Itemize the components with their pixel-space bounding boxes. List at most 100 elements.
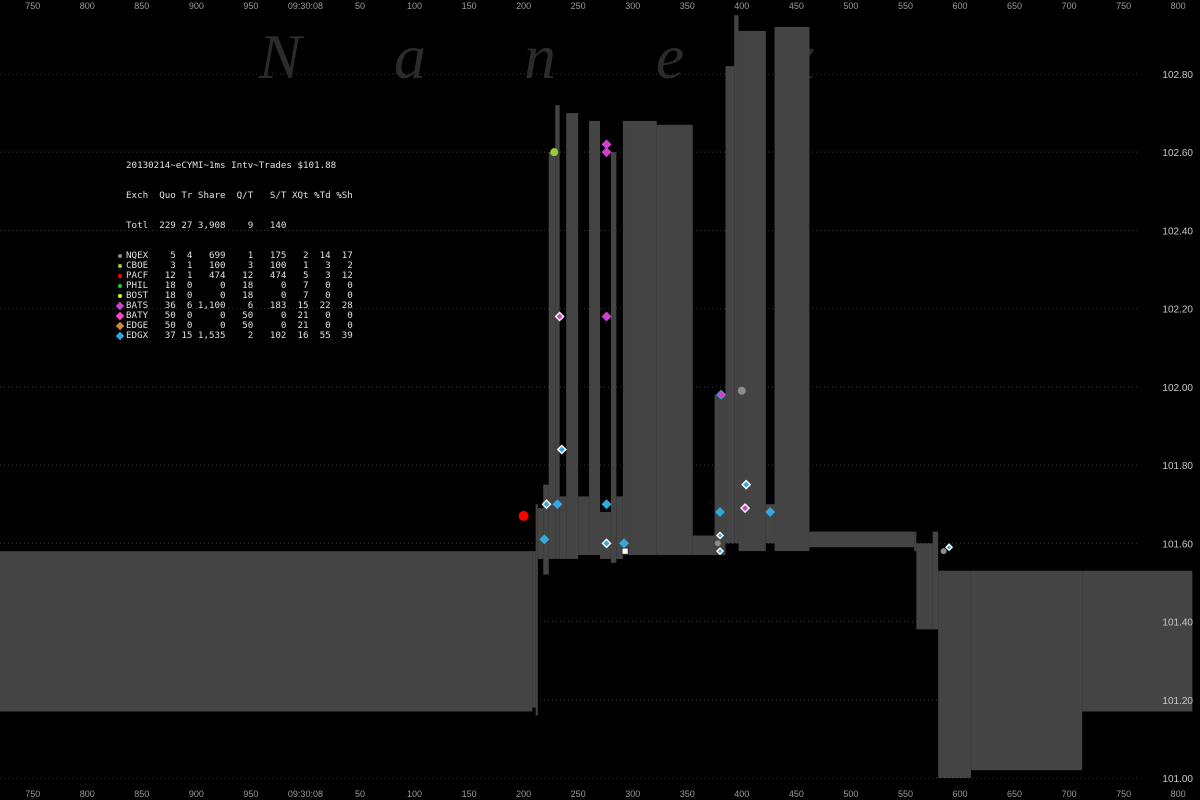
x-tick-label-bottom: 900 [189,789,204,799]
x-tick-label-top: 450 [789,1,804,11]
band-segment [600,512,611,559]
band-segment [578,496,590,556]
band-segment [734,15,739,544]
band-segment [725,66,735,544]
price-chart: Nanex 102.80102.60102.40102.20102.00101.… [0,1,1193,799]
legend-header: Exch Quo Tr Share Q/T S/T XQt %Td %Sh [126,190,353,201]
trade-marker-nqex [737,386,746,395]
x-tick-label-top: 09:30:08 [288,1,323,11]
diamond-icon [114,331,126,341]
x-axis-top-labels: 750 800 850 900 950 09:30:08 50 100 150 200 250 300… [25,1,1185,11]
x-tick-label-top: 650 [1007,1,1022,11]
x-tick-label-top: 350 [680,1,695,11]
x-tick-label-bottom: 200 [516,789,531,799]
y-tick-label: 102.20 [1162,305,1193,316]
band-segment [714,394,726,556]
band-segment [938,570,971,778]
x-tick-label-bottom: 100 [407,789,422,799]
x-tick-label-top: 400 [734,1,749,11]
band-segment [543,484,549,575]
trade-marker-nqex [714,540,721,547]
x-tick-label-top: 100 [407,1,422,11]
dot-icon [114,294,126,298]
y-tick-label: 102.00 [1162,383,1193,394]
band-segment [566,113,579,559]
band-segment [656,124,693,556]
band-segment [916,543,933,630]
x-tick-label-bottom: 750 [25,789,40,799]
x-tick-label-bottom: 09:30:08 [288,789,323,799]
y-tick-label: 101.20 [1162,696,1193,707]
band-segment [914,531,917,552]
x-tick-label-bottom: 50 [355,789,365,799]
x-tick-label-top: 550 [898,1,913,11]
chart-root: Nanex 102.80102.60102.40102.20102.00101.… [0,0,1200,800]
x-tick-label-top: 850 [134,1,149,11]
y-tick-label: 101.60 [1162,539,1193,550]
band-segment [738,30,766,552]
y-tick-label: 102.60 [1162,148,1193,159]
x-tick-label-top: 50 [355,1,365,11]
y-tick-label: 101.40 [1162,618,1193,629]
x-tick-label-bottom: 550 [898,789,913,799]
x-tick-label-top: 950 [243,1,258,11]
trade-marker-pacf [518,510,529,521]
band-segment [970,570,1083,771]
band-segment [532,551,536,708]
band-segment [537,508,544,559]
band-segment [610,152,617,563]
x-tick-label-bottom: 250 [571,789,586,799]
legend-title: 20130214~eCYMI~1ms Intv~Trades $101.88 [126,160,337,171]
legend-row-text: EDGX 37 15 1,535 2 102 16 55 39 [126,330,353,341]
x-tick-label-bottom: 450 [789,789,804,799]
x-tick-label-bottom: 600 [952,789,967,799]
band-segment [535,504,538,716]
band-segment [692,535,715,556]
y-tick-label: 102.80 [1162,70,1193,81]
x-tick-label-top: 150 [462,1,477,11]
x-tick-label-bottom: 800 [1171,789,1186,799]
x-tick-label-top: 250 [571,1,586,11]
watermark-letter: e [656,21,684,92]
y-tick-label: 102.40 [1162,226,1193,237]
x-tick-label-top: 500 [843,1,858,11]
diamond-icon [114,311,126,321]
x-tick-label-bottom: 300 [625,789,640,799]
x-tick-label-top: 700 [1062,1,1077,11]
legend-total-row: Totl 229 27 3,908 9 140 [126,220,353,231]
x-tick-label-bottom: 850 [134,789,149,799]
x-tick-label-top: 200 [516,1,531,11]
watermark-letter: n [524,21,556,92]
band-segment [774,27,810,552]
band-segment [1082,570,1193,712]
trade-marker-cboe [550,148,559,157]
band-segment [0,551,533,712]
x-tick-label-bottom: 650 [1007,789,1022,799]
band-segment [809,531,915,548]
dot-icon [114,254,126,258]
legend-row-edgx: EDGX 37 15 1,535 2 102 16 55 39 [114,331,353,341]
x-tick-label-top: 750 [1116,1,1131,11]
band-segment [548,152,556,559]
x-tick-label-top: 800 [80,1,95,11]
y-tick-label: 101.80 [1162,461,1193,472]
trade-marker-bats [601,147,612,158]
trade-marker-nqex [940,548,947,555]
y-tick-label: 101.00 [1162,774,1193,785]
x-tick-label-top: 900 [189,1,204,11]
watermark-letter: N [258,21,305,92]
dot-icon [114,264,126,268]
x-tick-label-top: 600 [952,1,967,11]
x-tick-label-top: 750 [25,1,40,11]
band-segment [622,120,630,556]
x-tick-label-bottom: 750 [1116,789,1131,799]
x-tick-label-bottom: 150 [462,789,477,799]
band-segment [629,120,657,556]
x-tick-label-bottom: 800 [80,789,95,799]
dot-icon [114,274,126,278]
trade-marker-nqex [621,547,629,555]
x-tick-label-bottom: 350 [680,789,695,799]
band-segment [932,531,939,630]
legend-rows: NQEX 5 4 699 1 175 2 14 17 CBOE 3 1 100 3… [114,251,353,341]
diamond-icon [114,301,126,311]
